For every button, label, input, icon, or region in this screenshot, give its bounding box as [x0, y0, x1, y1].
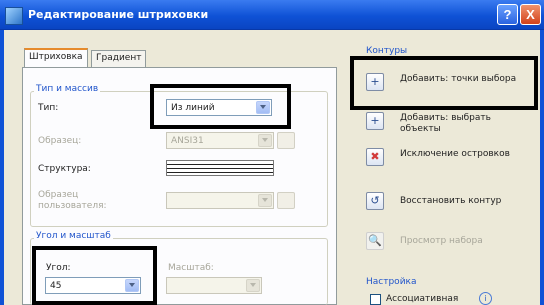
- chevron-down-icon[interactable]: [258, 194, 272, 207]
- sample-label: Образец:: [38, 136, 82, 146]
- add-select-objects-label: Добавить: выбрать объекты: [400, 113, 491, 134]
- remove-islands-button[interactable]: ✖ Исключение островков: [366, 148, 536, 178]
- window-title: Редактирование штриховки: [28, 8, 209, 21]
- associative-checkbox[interactable]: [370, 294, 381, 305]
- custom-pattern-browse-button[interactable]: [277, 192, 295, 209]
- angle-scale-group-title: Угол и масштаб: [34, 231, 113, 241]
- help-button[interactable]: ?: [497, 4, 518, 25]
- view-selection-label: Просмотр набора: [400, 236, 483, 246]
- type-label: Тип:: [38, 103, 59, 113]
- view-selection-icon: 🔍: [366, 232, 384, 250]
- add-select-objects-button[interactable]: + Добавить: выбрать объекты: [366, 112, 536, 142]
- recreate-boundary-button[interactable]: ↺ Восстановить контур: [366, 192, 536, 222]
- type-pattern-group-title: Тип и массив: [34, 84, 101, 94]
- chevron-down-icon[interactable]: [258, 134, 272, 147]
- recreate-boundary-icon: ↺: [366, 192, 384, 210]
- settings-group-title: Настройка: [366, 277, 417, 287]
- chevron-down-icon[interactable]: [246, 279, 260, 292]
- pattern-browse-button[interactable]: [277, 132, 295, 149]
- select-objects-icon: +: [366, 112, 384, 130]
- pattern-select-value: ANSI31: [171, 136, 204, 146]
- structure-label: Структура:: [38, 164, 91, 174]
- scale-label: Масштаб:: [168, 263, 214, 273]
- view-selection-button[interactable]: 🔍 Просмотр набора: [366, 232, 536, 262]
- hatch-app-icon: [5, 7, 23, 25]
- pick-points-icon: +: [366, 73, 384, 91]
- recreate-boundary-label: Восстановить контур: [400, 196, 502, 206]
- window-border-right: [540, 30, 544, 305]
- tab-gradient[interactable]: Градиент: [91, 50, 147, 68]
- add-pick-points-button[interactable]: + Добавить: точки выбора: [366, 73, 536, 103]
- angle-select-highlight: [32, 246, 157, 305]
- remove-islands-label: Исключение островков: [400, 149, 510, 159]
- close-button[interactable]: X: [520, 4, 541, 25]
- scale-select[interactable]: [166, 277, 262, 294]
- info-icon[interactable]: i: [479, 292, 492, 305]
- tab-hatch[interactable]: Штриховка: [24, 48, 88, 68]
- custom-pattern-select[interactable]: [166, 192, 274, 209]
- type-select-highlight: [150, 84, 291, 129]
- window-border-left: [0, 30, 4, 305]
- pattern-swatch[interactable]: [166, 160, 274, 176]
- add-pick-points-label: Добавить: точки выбора: [400, 74, 517, 84]
- remove-islands-icon: ✖: [366, 148, 384, 166]
- title-bar: Редактирование штриховки ? X: [0, 0, 544, 30]
- associative-label: Ассоциативная: [386, 294, 459, 304]
- custom-pattern-label: Образец пользователя:: [38, 190, 107, 211]
- contours-group-title: Контуры: [366, 46, 408, 56]
- pattern-select[interactable]: ANSI31: [166, 132, 274, 149]
